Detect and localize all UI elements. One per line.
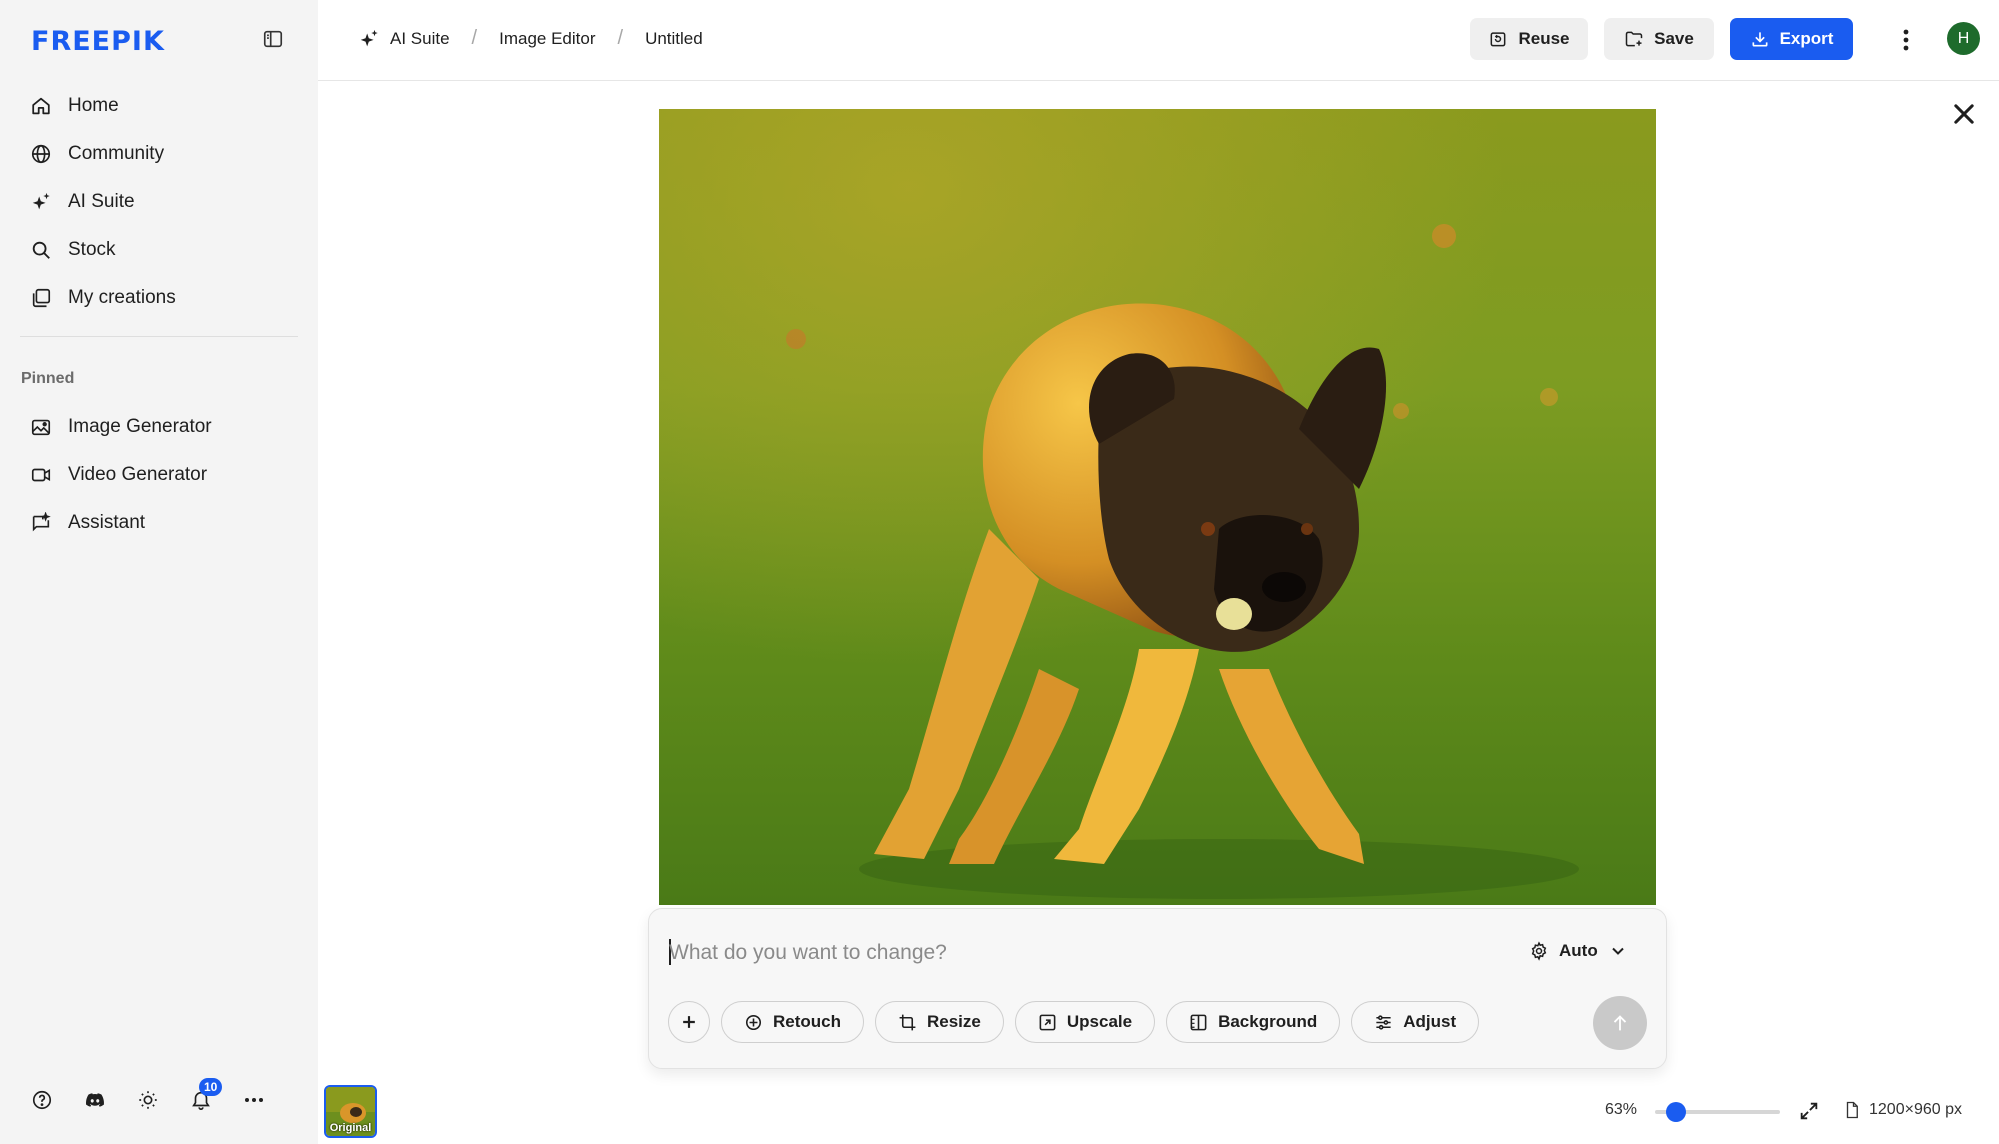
reuse-button[interactable]: Reuse (1470, 18, 1588, 60)
retouch-icon (745, 1014, 762, 1030)
edited-image[interactable] (659, 109, 1656, 905)
breadcrumb: AI Suite / Image Editor / Untitled (358, 27, 703, 50)
version-thumbnail-original[interactable]: Original (324, 1085, 377, 1138)
fit-screen-icon[interactable] (1798, 1100, 1822, 1124)
globe-icon (31, 144, 51, 164)
image-dimensions: 1200×960 px (1843, 1101, 1962, 1119)
search-icon (32, 241, 50, 259)
sidebar-item-label: Stock (68, 239, 116, 260)
chat-icon (32, 512, 51, 532)
sidebar-item-video-generator[interactable]: Video Generator (20, 451, 298, 499)
reuse-label: Reuse (1518, 29, 1570, 48)
edit-prompt-panel: Auto Retouch Resize Upscale Background A… (648, 908, 1667, 1069)
mode-select[interactable]: Auto (1529, 941, 1628, 961)
prompt-input[interactable] (669, 935, 1469, 971)
pinned-heading: Pinned (21, 370, 75, 387)
sidebar-item-label: AI Suite (68, 191, 135, 212)
retouch-button[interactable]: Retouch (721, 1001, 864, 1043)
adjust-button[interactable]: Adjust (1351, 1001, 1480, 1043)
sidebar-item-ai-suite[interactable]: AI Suite (20, 178, 298, 226)
sidebar-item-image-generator[interactable]: Image Generator (20, 403, 298, 451)
tool-label: Retouch (773, 1012, 841, 1031)
freepik-logo[interactable]: FREEPIK (31, 26, 165, 57)
resize-button[interactable]: Resize (875, 1001, 1004, 1043)
background-button[interactable]: Background (1166, 1001, 1341, 1043)
tool-row: Retouch Resize Upscale Background Adjust (668, 1001, 1490, 1043)
zoom-slider[interactable] (1655, 1100, 1780, 1124)
breadcrumb-image-editor[interactable]: Image Editor (499, 29, 595, 49)
help-icon[interactable] (28, 1086, 56, 1114)
home-icon (32, 97, 50, 115)
sidebar-footer: 10 (28, 1078, 293, 1114)
save-label: Save (1654, 29, 1694, 48)
upscale-button[interactable]: Upscale (1014, 1001, 1156, 1043)
download-icon (1752, 32, 1768, 47)
sidebar-item-assistant[interactable]: Assistant (20, 499, 298, 547)
top-bar: AI Suite / Image Editor / Untitled Reuse… (318, 0, 1999, 81)
image-icon (31, 419, 51, 436)
crop-icon (899, 1014, 916, 1030)
video-icon (31, 468, 51, 482)
stack-icon (32, 288, 51, 308)
more-horizontal-icon[interactable] (240, 1086, 268, 1114)
notifications-bell-icon[interactable]: 10 (187, 1078, 223, 1114)
sidebar-item-label: Video Generator (68, 464, 208, 485)
export-label: Export (1779, 29, 1834, 48)
tool-label: Upscale (1066, 1012, 1133, 1031)
dog-on-grass-photo (659, 109, 1656, 905)
plus-icon (683, 1016, 695, 1028)
breadcrumb-separator: / (471, 27, 478, 49)
sliders-icon (1376, 1014, 1391, 1030)
breadcrumb-separator: / (617, 27, 624, 49)
breadcrumb-ai-suite[interactable]: AI Suite (358, 28, 450, 50)
user-avatar[interactable]: H (1947, 22, 1980, 55)
theme-sun-icon[interactable] (134, 1086, 162, 1114)
save-button[interactable]: Save (1604, 18, 1714, 60)
background-icon (1190, 1014, 1207, 1030)
close-icon[interactable] (1950, 100, 1978, 128)
zoom-slider-handle[interactable] (1665, 1102, 1686, 1122)
arrow-up-icon (1613, 1015, 1627, 1031)
zoom-level: 63% (1605, 1101, 1638, 1118)
gear-icon (1531, 941, 1547, 961)
sidebar-item-label: Home (68, 95, 119, 116)
sparkles-icon (32, 192, 50, 210)
chevron-down-icon (1612, 947, 1624, 955)
sidebar-item-label: Assistant (68, 512, 146, 533)
tool-label: Resize (927, 1012, 981, 1031)
more-vertical-icon[interactable] (1898, 26, 1914, 54)
sidebar-toggle-icon[interactable] (262, 28, 288, 52)
sidebar-item-home[interactable]: Home (20, 82, 298, 130)
upscale-icon (1039, 1014, 1056, 1030)
mode-label: Auto (1559, 941, 1598, 960)
sidebar-item-community[interactable]: Community (20, 130, 298, 178)
pinned-nav: Image Generator Video Generator Assistan… (20, 403, 298, 547)
file-icon (1846, 1101, 1858, 1119)
sidebar-item-label: Image Generator (68, 416, 212, 437)
discord-icon[interactable] (81, 1086, 109, 1114)
breadcrumb-untitled[interactable]: Untitled (645, 29, 703, 49)
sparkles-icon (360, 29, 378, 46)
tool-label: Background (1218, 1012, 1318, 1031)
sidebar-divider (20, 336, 298, 337)
breadcrumb-label: AI Suite (390, 28, 450, 48)
export-button[interactable]: Export (1730, 18, 1853, 60)
sidebar: FREEPIK Home Community AI Suite Stock My… (0, 0, 318, 1144)
sidebar-item-stock[interactable]: Stock (20, 226, 298, 274)
add-button[interactable] (668, 1001, 710, 1043)
thumbnail-label: Original (329, 1122, 372, 1134)
sidebar-item-my-creations[interactable]: My creations (20, 274, 298, 322)
reuse-icon (1491, 32, 1506, 47)
dimensions-label: 1200×960 px (1869, 1101, 1962, 1118)
main-nav: Home Community AI Suite Stock My creatio… (20, 82, 298, 322)
tool-label: Adjust (1403, 1012, 1457, 1031)
sidebar-item-label: Community (68, 143, 165, 164)
send-button[interactable] (1593, 996, 1647, 1050)
notification-count-badge: 10 (199, 1078, 223, 1096)
sidebar-item-label: My creations (68, 287, 176, 308)
folder-save-icon (1625, 31, 1643, 47)
